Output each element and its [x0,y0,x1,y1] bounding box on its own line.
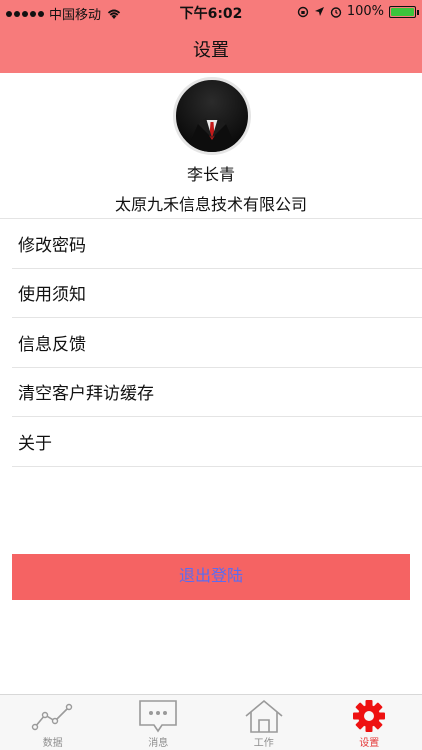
menu-item-label: 修改密码 [18,235,86,256]
company-name: 太原九禾信息技术有限公司 [114,195,307,214]
menu-item-label: 清空客户拜访缓存 [18,384,154,405]
tab-bar: 数据 消息 工作 设置 [0,694,422,750]
menu-item-label: 信息反馈 [18,334,86,355]
message-icon [136,699,180,733]
suit-avatar-image [186,118,238,152]
alarm-icon [330,6,342,18]
location-icon [314,7,324,16]
menu-item-change-password[interactable]: 修改密码 [12,219,422,269]
page-title: 设置 [193,40,229,61]
header-bar: 中国移动 下午6:02 100% 设置 [0,0,422,73]
gear-icon [347,699,391,733]
profile-section: 李长青 太原九禾信息技术有限公司 [0,73,422,218]
battery-percent: 100% [346,4,384,19]
rotation-lock-icon [297,6,309,17]
tab-label: 消息 [148,738,169,749]
user-name: 李长青 [186,165,235,184]
tab-settings[interactable]: 设置 [317,695,422,750]
menu-item-label: 关于 [18,433,52,454]
menu-item-usage-notes[interactable]: 使用须知 [12,269,422,318]
tab-label: 设置 [359,738,380,749]
menu-item-feedback[interactable]: 信息反馈 [12,318,422,368]
logout-button[interactable]: 退出登陆 [12,554,410,600]
tab-label: 数据 [42,738,63,749]
tab-label: 工作 [253,738,274,749]
battery-icon [389,5,419,18]
menu-item-label: 使用须知 [18,285,86,306]
tab-work[interactable]: 工作 [211,695,317,750]
tab-data[interactable]: 数据 [0,695,106,750]
settings-menu: 修改密码 使用须知 信息反馈 清空客户拜访缓存 关于 [0,218,422,467]
avatar[interactable] [173,77,251,155]
tab-messages[interactable]: 消息 [106,695,212,750]
menu-item-about[interactable]: 关于 [12,417,422,467]
menu-item-clear-cache[interactable]: 清空客户拜访缓存 [12,368,422,417]
chart-line-icon [31,699,75,733]
status-bar: 中国移动 下午6:02 100% [0,0,422,24]
home-icon [242,699,286,733]
